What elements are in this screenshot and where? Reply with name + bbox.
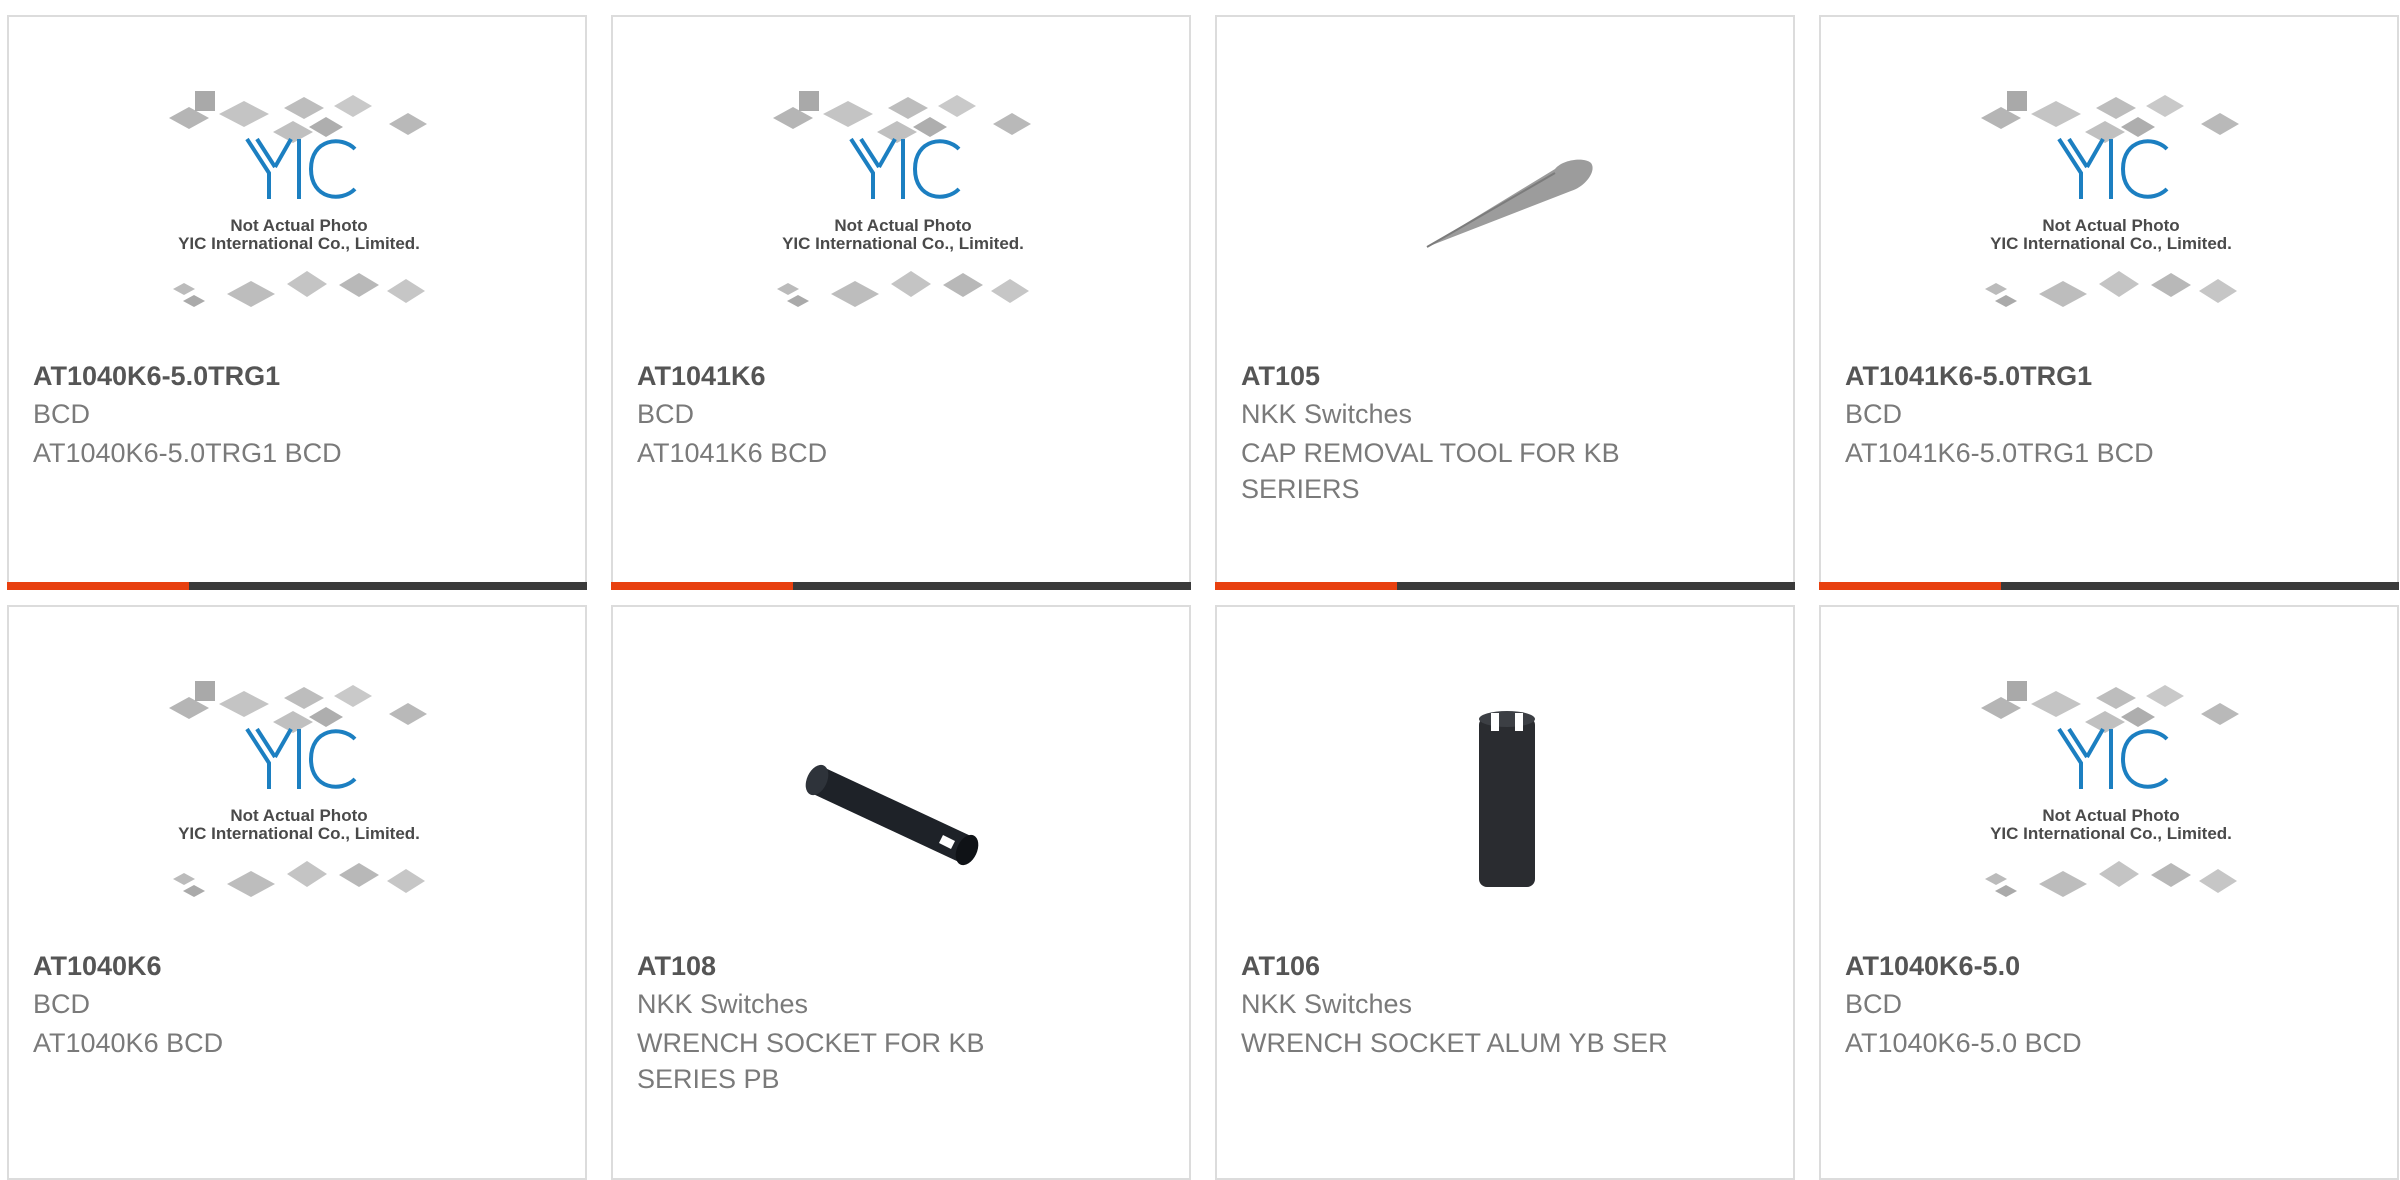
wrench-socket-image — [805, 764, 979, 866]
product-card[interactable]: Not Actual Photo YIC International Co., … — [7, 15, 587, 590]
placeholder-line2: YIC International Co., Limited. — [1990, 824, 2232, 843]
placeholder-line1: Not Actual Photo — [834, 216, 971, 235]
card-accent-bar — [7, 582, 587, 590]
cap-removal-tool-image — [1426, 159, 1593, 248]
yic-placeholder-image: Not Actual Photo YIC International Co., … — [1981, 681, 2239, 897]
placeholder-line2: YIC International Co., Limited. — [782, 234, 1024, 253]
product-description: AT1040K6-5.0TRG1 BCD — [33, 438, 342, 468]
placeholder-line2: YIC International Co., Limited. — [178, 824, 420, 843]
product-image[interactable]: Not Actual Photo YIC International Co., … — [1951, 91, 2271, 317]
product-image[interactable] — [743, 687, 1063, 907]
placeholder-line1: Not Actual Photo — [2042, 216, 2179, 235]
wrench-socket-image — [1479, 711, 1535, 887]
product-card[interactable]: Not Actual Photo YIC International Co., … — [1819, 15, 2399, 590]
manufacturer: BCD — [33, 399, 91, 429]
placeholder-line2: YIC International Co., Limited. — [1990, 234, 2232, 253]
card-accent-bar — [1215, 582, 1795, 590]
yic-placeholder-image: Not Actual Photo YIC International Co., … — [169, 91, 427, 307]
manufacturer: BCD — [637, 399, 695, 429]
part-number[interactable]: AT1041K6-5.0TRG1 — [1845, 361, 2092, 392]
product-description: WRENCH SOCKET ALUM YB SER — [1241, 1028, 1668, 1058]
card-accent-bar — [611, 582, 1191, 590]
part-number[interactable]: AT1040K6-5.0 — [1845, 951, 2020, 982]
product-description: WRENCH SOCKET FOR KB SERIES PB — [637, 1028, 985, 1094]
manufacturer: BCD — [1845, 399, 1903, 429]
placeholder-line1: Not Actual Photo — [2042, 806, 2179, 825]
product-card[interactable]: Not Actual Photo YIC International Co., … — [7, 605, 587, 1180]
product-description: AT1040K6-5.0 BCD — [1845, 1028, 2082, 1058]
placeholder-line2: YIC International Co., Limited. — [178, 234, 420, 253]
product-card[interactable]: Not Actual Photo YIC International Co., … — [611, 15, 1191, 590]
product-card[interactable]: AT106 NKK Switches WRENCH SOCKET ALUM YB… — [1215, 605, 1795, 1180]
card-accent-bar — [1819, 582, 2399, 590]
part-number[interactable]: AT108 — [637, 951, 716, 982]
product-image[interactable]: Not Actual Photo YIC International Co., … — [139, 681, 459, 907]
manufacturer: BCD — [33, 989, 91, 1019]
product-description: AT1041K6-5.0TRG1 BCD — [1845, 438, 2154, 468]
product-card[interactable]: AT105 NKK Switches CAP REMOVAL TOOL FOR … — [1215, 15, 1795, 590]
product-card[interactable]: Not Actual Photo YIC International Co., … — [1819, 605, 2399, 1180]
yic-placeholder-image: Not Actual Photo YIC International Co., … — [773, 91, 1031, 307]
product-image[interactable] — [1347, 687, 1667, 907]
product-card[interactable]: AT108 NKK Switches WRENCH SOCKET FOR KB … — [611, 605, 1191, 1180]
product-description: AT1040K6 BCD — [33, 1028, 224, 1058]
product-image[interactable] — [1347, 97, 1667, 317]
placeholder-line1: Not Actual Photo — [230, 806, 367, 825]
manufacturer: NKK Switches — [637, 989, 809, 1019]
product-description: CAP REMOVAL TOOL FOR KB SERIERS — [1241, 438, 1620, 504]
part-number[interactable]: AT106 — [1241, 951, 1320, 982]
part-number[interactable]: AT1040K6-5.0TRG1 — [33, 361, 280, 392]
part-number[interactable]: AT1040K6 — [33, 951, 162, 982]
manufacturer: BCD — [1845, 989, 1903, 1019]
product-image[interactable]: Not Actual Photo YIC International Co., … — [139, 91, 459, 317]
product-image[interactable]: Not Actual Photo YIC International Co., … — [743, 91, 1063, 317]
part-number[interactable]: AT105 — [1241, 361, 1320, 392]
product-image[interactable]: Not Actual Photo YIC International Co., … — [1951, 681, 2271, 907]
product-description: AT1041K6 BCD — [637, 438, 828, 468]
yic-placeholder-image: Not Actual Photo YIC International Co., … — [169, 681, 427, 897]
part-number[interactable]: AT1041K6 — [637, 361, 766, 392]
placeholder-line1: Not Actual Photo — [230, 216, 367, 235]
manufacturer: NKK Switches — [1241, 399, 1413, 429]
manufacturer: NKK Switches — [1241, 989, 1413, 1019]
yic-placeholder-image: Not Actual Photo YIC International Co., … — [1981, 91, 2239, 307]
